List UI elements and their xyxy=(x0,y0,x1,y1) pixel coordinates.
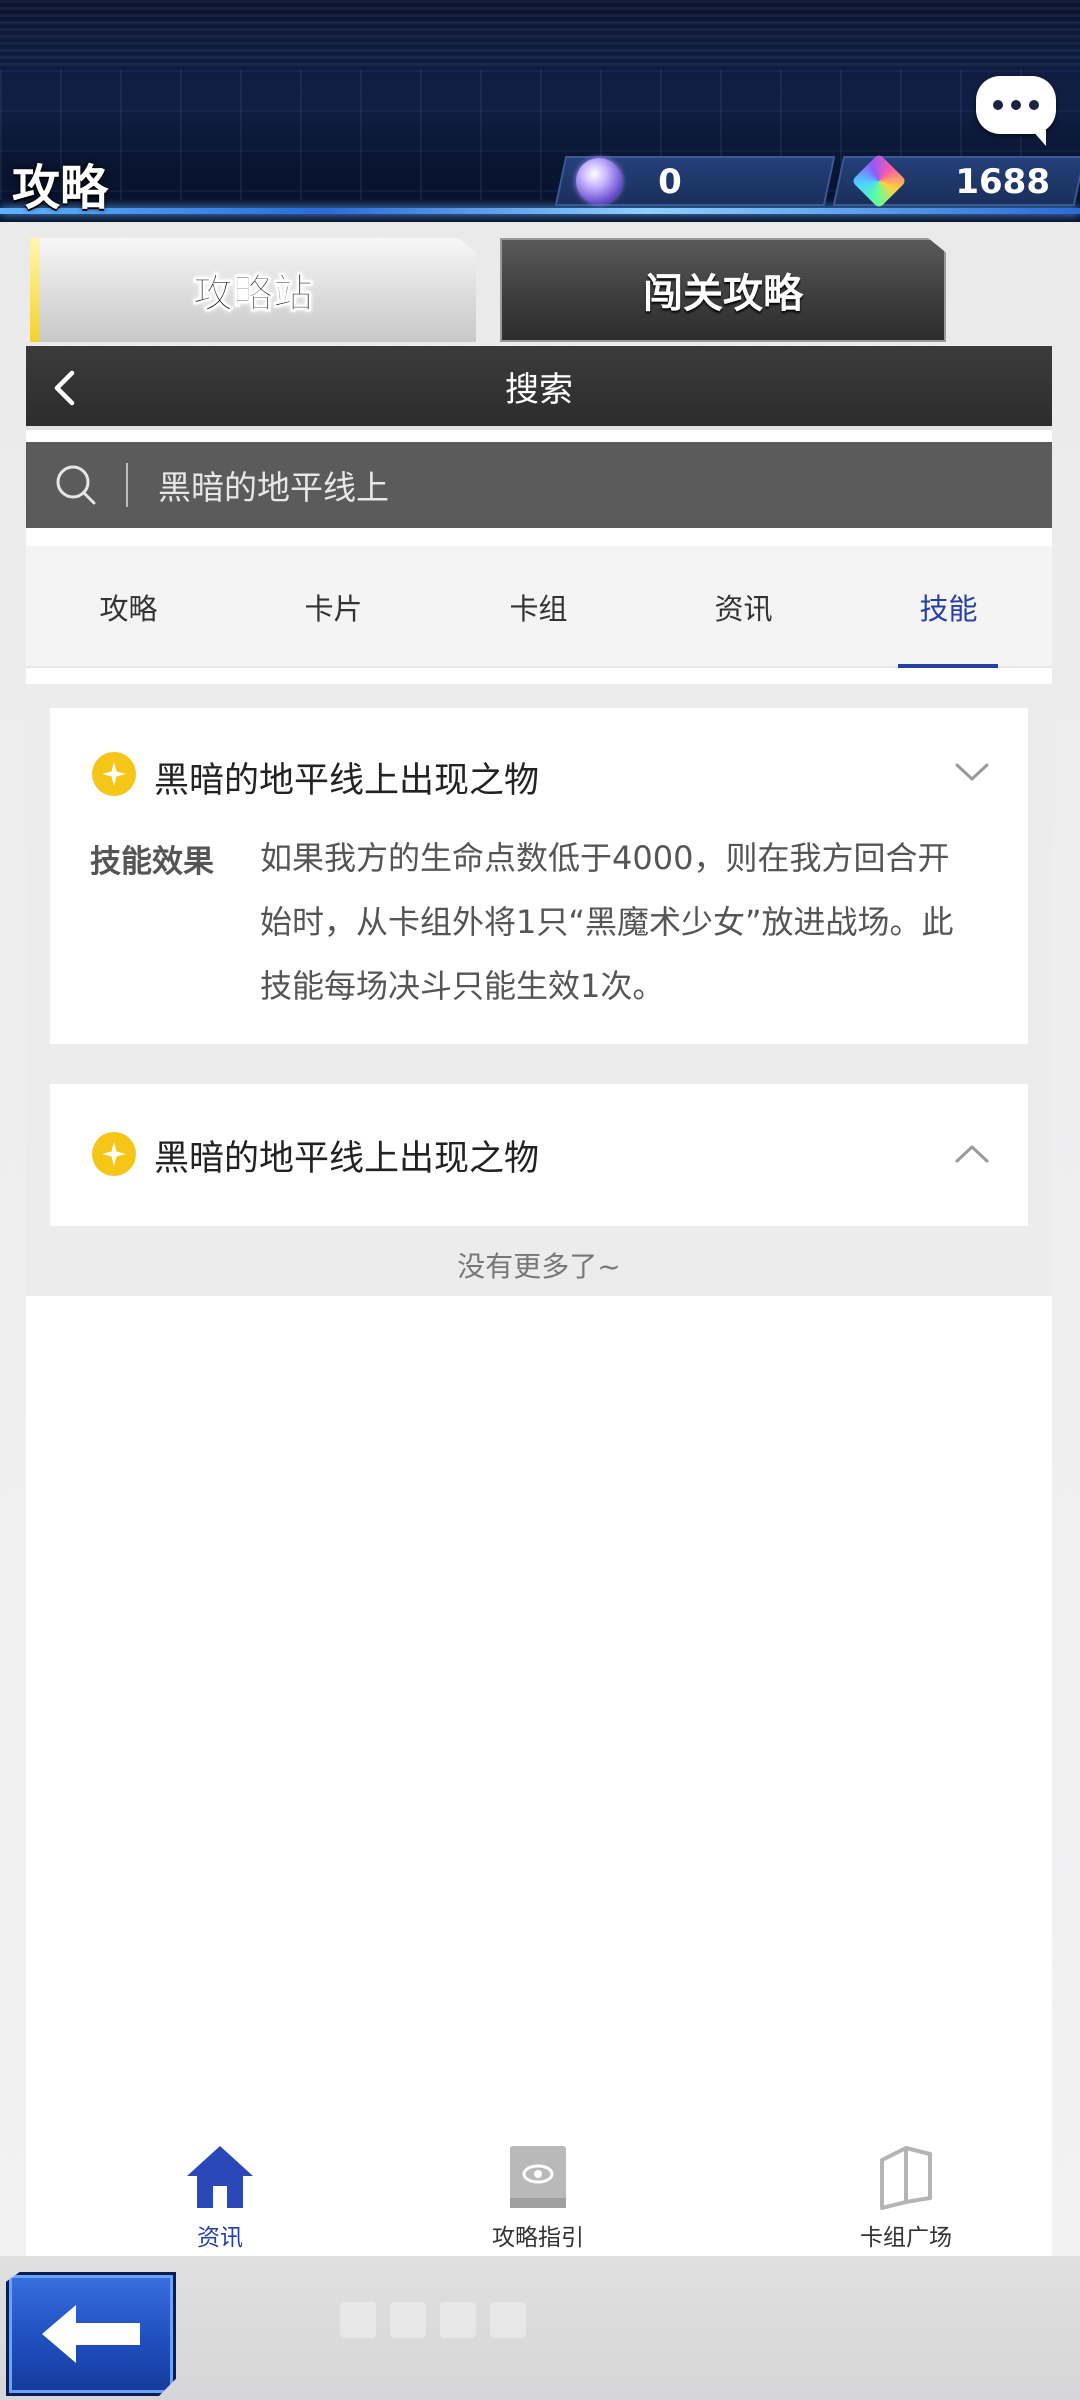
skill-effect-text: 如果我方的生命点数低于4000，则在我方回合开始时，从卡组外将1只“黑魔术少女”… xyxy=(260,839,954,1005)
chat-button[interactable] xyxy=(976,76,1056,146)
header-glow-line xyxy=(0,208,1080,214)
game-back-button[interactable] xyxy=(6,2272,176,2396)
chevron-left-icon xyxy=(54,370,75,406)
skill-title: 黑暗的地平线上出现之物 xyxy=(154,1139,540,1179)
header-stripes-decoration xyxy=(0,0,1080,70)
tab-cards[interactable]: 卡片 xyxy=(231,546,436,668)
orb-currency-value: 0 xyxy=(658,162,682,202)
skill-effect-label: 技能效果 xyxy=(90,844,214,880)
orb-currency-icon xyxy=(576,158,622,204)
footer-deco-square xyxy=(440,2302,476,2338)
top-tab-bar: 攻略站 闯关攻略 xyxy=(30,238,950,342)
search-header: 搜索 xyxy=(26,346,1052,430)
home-icon xyxy=(185,2142,255,2212)
footer-deco-square xyxy=(390,2302,426,2338)
footer-deco-square xyxy=(340,2302,376,2338)
gem-currency-value: 1688 xyxy=(955,162,1050,202)
result-tab-strip: 攻略 卡片 卡组 资讯 技能 xyxy=(26,546,1052,668)
tab-news[interactable]: 资讯 xyxy=(641,546,846,668)
tab-strategy-station[interactable]: 攻略站 xyxy=(30,238,476,342)
footer-deco-square xyxy=(490,2302,526,2338)
search-divider xyxy=(126,463,128,507)
skill-result-card: 黑暗的地平线上出现之物 xyxy=(50,1084,1028,1226)
page-title: 攻略 xyxy=(12,160,109,216)
tab-skills[interactable]: 技能 xyxy=(846,546,1051,668)
sparkle-icon xyxy=(102,762,126,786)
chat-dot-icon xyxy=(993,100,1003,110)
skill-star-icon xyxy=(92,1132,136,1176)
chevron-down-icon[interactable] xyxy=(954,760,990,784)
search-header-title: 搜索 xyxy=(505,369,573,410)
sparkle-icon xyxy=(102,1142,126,1166)
search-icon xyxy=(56,465,96,505)
nav-deck-plaza-label: 卡组广场 xyxy=(860,2225,952,2251)
nav-guide-label: 攻略指引 xyxy=(492,2225,584,2251)
search-icon-wrap xyxy=(26,442,126,528)
nav-deck-plaza[interactable]: 卡组广场 xyxy=(776,2102,1036,2258)
nav-news[interactable]: 资讯 xyxy=(90,2102,350,2258)
nav-guide[interactable]: 攻略指引 xyxy=(408,2102,668,2258)
skill-title: 黑暗的地平线上出现之物 xyxy=(154,761,540,801)
chat-dot-icon xyxy=(1011,100,1021,110)
results-list: 黑暗的地平线上出现之物 技能效果 如果我方的生命点数低于4000，则在我方回合开… xyxy=(26,684,1052,1296)
chat-dot-icon xyxy=(1029,100,1039,110)
footer-decoration xyxy=(340,2302,600,2342)
tab-stage-strategy[interactable]: 闯关攻略 xyxy=(500,238,946,342)
end-of-list-text: 没有更多了~ xyxy=(457,1250,621,1283)
bottom-nav: 资讯 攻略指引 卡组广场 xyxy=(26,2102,1052,2258)
content-panel: 搜索 黑暗的地平线上 攻略 卡片 卡组 资讯 技能 黑暗的地平线上出现之物 技能… xyxy=(26,346,1052,2258)
card-deck-icon xyxy=(871,2142,941,2212)
tab-guides[interactable]: 攻略 xyxy=(26,546,231,668)
skill-star-icon xyxy=(92,752,136,796)
back-chevron-button[interactable] xyxy=(44,368,84,408)
arrow-left-icon xyxy=(42,2305,140,2363)
search-input[interactable]: 黑暗的地平线上 xyxy=(26,442,1052,528)
chevron-up-icon[interactable] xyxy=(954,1142,990,1166)
guide-book-icon xyxy=(503,2142,573,2212)
search-query-text: 黑暗的地平线上 xyxy=(158,468,389,507)
tab-decks[interactable]: 卡组 xyxy=(436,546,641,668)
nav-news-label: 资讯 xyxy=(197,2225,243,2251)
skill-result-card: 黑暗的地平线上出现之物 技能效果 如果我方的生命点数低于4000，则在我方回合开… xyxy=(50,708,1028,1044)
